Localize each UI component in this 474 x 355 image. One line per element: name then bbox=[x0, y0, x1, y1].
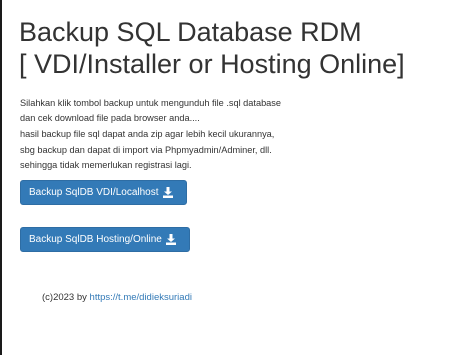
backup-hosting-label: Backup SqlDB Hosting/Online bbox=[29, 234, 162, 245]
backup-hosting-button[interactable]: Backup SqlDB Hosting/Online bbox=[20, 227, 190, 252]
backup-localhost-label: Backup SqlDB VDI/Localhost bbox=[29, 187, 159, 198]
footer-prefix: (c)2023 by bbox=[42, 292, 90, 303]
description-line-1: Silahkan klik tombol backup untuk mengun… bbox=[20, 98, 281, 108]
download-icon bbox=[165, 234, 176, 245]
backup-localhost-button[interactable]: Backup SqlDB VDI/Localhost bbox=[20, 180, 187, 205]
description-line-4: sbg backup dan dapat di import via Phpmy… bbox=[20, 145, 272, 155]
page-title-line-2: [ VDI/Installer or Hosting Online] bbox=[19, 49, 405, 79]
description-line-5: sehingga tidak memerlukan registrasi lag… bbox=[20, 160, 192, 170]
page-content: Backup SQL Database RDM [ VDI/Installer … bbox=[0, 0, 474, 355]
description-line-2: dan cek download file pada browser anda.… bbox=[20, 113, 200, 123]
description-line-3: hasil backup file sql dapat anda zip aga… bbox=[20, 129, 275, 139]
page-title-line-1: Backup SQL Database RDM bbox=[19, 17, 362, 47]
download-icon bbox=[162, 187, 173, 198]
footer-credit: (c)2023 by https://t.me/didieksuriadi bbox=[42, 292, 192, 303]
telegram-link[interactable]: https://t.me/didieksuriadi bbox=[90, 292, 192, 303]
